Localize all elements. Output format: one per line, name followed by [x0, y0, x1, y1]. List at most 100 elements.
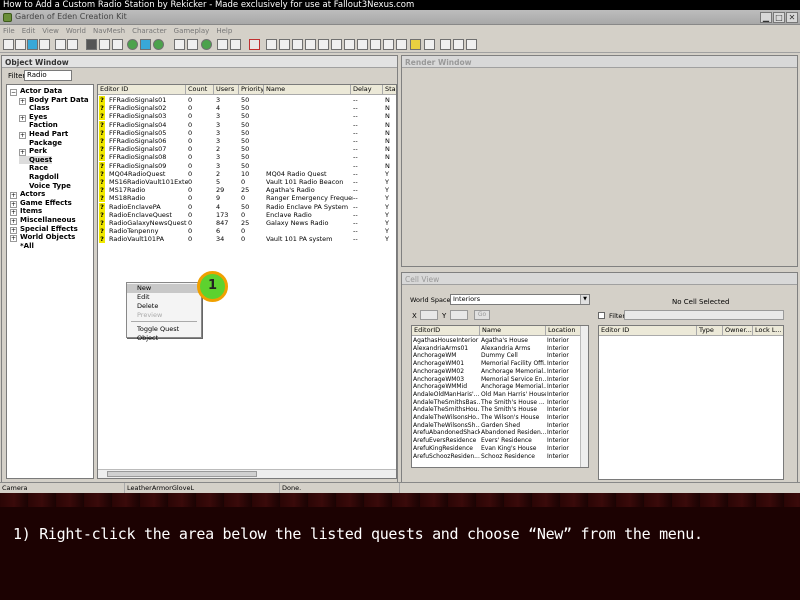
world-space-select[interactable]: Interiors ▼ — [450, 294, 590, 305]
cube-7-icon[interactable] — [344, 39, 355, 50]
y-input[interactable] — [450, 310, 468, 320]
new-file-icon[interactable] — [3, 39, 14, 50]
grid-icon[interactable] — [86, 39, 97, 50]
cell-filter-input[interactable] — [624, 310, 784, 320]
open-file-icon[interactable] — [15, 39, 26, 50]
tree-item[interactable]: Faction — [19, 121, 58, 129]
tree-item[interactable]: Race — [19, 164, 48, 172]
cell-row[interactable]: AnchorageWMMid Anchorage Memorial... Inter… — [412, 383, 588, 391]
cell-row[interactable]: AnchorageWM03 Memorial Service En... Inter… — [412, 376, 588, 384]
col-users[interactable]: Users — [214, 85, 239, 95]
menu-navmesh[interactable]: NavMesh — [90, 25, 129, 36]
cell-row[interactable]: ArefuAbandonedShack Abandoned Residen... I… — [412, 429, 588, 437]
cube-9-icon[interactable] — [370, 39, 381, 50]
col-priority[interactable]: Priority — [239, 85, 264, 95]
cell-col-editorid[interactable]: EditorID — [412, 326, 480, 336]
cell-row[interactable]: AnchorageWM02 Anchorage Memorial... Interi… — [412, 368, 588, 376]
cell-row[interactable]: ArefuKingResidence Evan King's House Inter… — [412, 445, 588, 453]
menu-new[interactable]: New — [127, 284, 201, 293]
cell-list[interactable]: EditorID Name Location AgathasHouseInter… — [411, 325, 589, 468]
cell-row[interactable]: AndaleOldManHaris'... Old Man Harris' Hou… — [412, 391, 588, 399]
menu-gameplay[interactable]: Gameplay — [171, 25, 214, 36]
sky-icon[interactable] — [140, 39, 151, 50]
table-row[interactable]: ? FFRadioSignals04 0 3 50 -- N — [98, 120, 396, 129]
table-row[interactable]: ? FFRadioSignals09 0 3 50 -- N — [98, 161, 396, 170]
cell-col-name[interactable]: Name — [480, 326, 546, 336]
horizontal-scrollbar[interactable] — [98, 469, 396, 478]
chevron-down-icon[interactable]: ▼ — [580, 295, 589, 304]
table-row[interactable]: ? MS17Radio 0 29 25 Agatha's Radio -- Y — [98, 186, 396, 195]
nav-tool-icon[interactable] — [410, 39, 421, 50]
menu-delete[interactable]: Delete — [127, 302, 201, 311]
cell-row[interactable]: AndaleTheWilsonsHo... The Wilson's House I… — [412, 414, 588, 422]
cube-8-icon[interactable] — [357, 39, 368, 50]
table-row[interactable]: ? RadioVault101PA 0 34 0 Vault 101 PA system -… — [98, 235, 396, 244]
table-row[interactable]: ? RadioEnclavePA 0 4 50 Radio Enclave PA Syst… — [98, 202, 396, 211]
tree-item[interactable]: Class — [19, 104, 50, 112]
col-count[interactable]: Count — [186, 85, 214, 95]
table-row[interactable]: ? FFRadioSignals08 0 3 50 -- N — [98, 153, 396, 162]
leaf-icon[interactable] — [201, 39, 212, 50]
cube-3-icon[interactable] — [292, 39, 303, 50]
tree-item[interactable]: Voice Type — [19, 182, 71, 190]
table-row[interactable]: ? FFRadioSignals03 0 3 50 -- N — [98, 112, 396, 121]
table-row[interactable]: ? RadioTenpenny 0 6 0 -- Y — [98, 227, 396, 236]
cube-5-icon[interactable] — [318, 39, 329, 50]
table-row[interactable]: ? FFRadioSignals02 0 4 50 -- N — [98, 104, 396, 113]
cell-row[interactable]: AgathasHouseInterior Agatha's House Interi… — [412, 337, 588, 345]
table-row[interactable]: ? MQ04RadioQuest 0 2 10 MQ04 Radio Quest -- Y — [98, 169, 396, 178]
x-input[interactable] — [420, 310, 438, 320]
cube-4-icon[interactable] — [305, 39, 316, 50]
cube-2-icon[interactable] — [279, 39, 290, 50]
circle-icon[interactable] — [453, 39, 464, 50]
col-delay[interactable]: Delay — [351, 85, 383, 95]
cell-row[interactable]: AlexandriaArms01 Alexandria Arms Interior — [412, 345, 588, 353]
table-row[interactable]: ? RadioEnclaveQuest 0 173 0 Enclave Radio -- Y — [98, 210, 396, 219]
ref-col-lock-level[interactable]: Lock L... — [753, 326, 783, 336]
cube-6-icon[interactable] — [331, 39, 342, 50]
speech-icon[interactable] — [217, 39, 228, 50]
table-row[interactable]: ?MS16RadioVault101External050Vault 101 R… — [98, 178, 396, 186]
cell-row[interactable]: ArefuSchoozResiden... Schooz Residence Int… — [412, 453, 588, 461]
navmesh-icon[interactable] — [249, 39, 260, 50]
table-row[interactable]: ? MS18Radio 0 9 0 Ranger Emergency Frequency-… — [98, 194, 396, 203]
angle-snap-icon[interactable] — [112, 39, 123, 50]
cube-10-icon[interactable] — [383, 39, 394, 50]
minimize-button[interactable]: ▁ — [760, 12, 772, 23]
maximize-button[interactable]: □ — [773, 12, 785, 23]
menu-edit[interactable]: Edit — [19, 25, 40, 36]
ref-col-editor-id[interactable]: Editor ID — [599, 326, 697, 336]
cube-11-icon[interactable] — [396, 39, 407, 50]
tree-item[interactable]: *All — [10, 242, 34, 250]
table-row[interactable]: ? FFRadioSignals05 0 3 50 -- N — [98, 128, 396, 137]
light-icon[interactable] — [174, 39, 185, 50]
undo-icon[interactable] — [55, 39, 66, 50]
menu-view[interactable]: View — [39, 25, 63, 36]
collapse-icon[interactable]: − — [10, 89, 17, 96]
scroll-thumb[interactable] — [107, 471, 257, 477]
table-row[interactable]: ? FFRadioSignals07 0 2 50 -- N — [98, 145, 396, 154]
reference-list[interactable]: Editor ID Type Owner... Lock L... — [598, 325, 784, 480]
cell-row[interactable]: AndaleTheSmithsBas... The Smith's House .… — [412, 399, 588, 407]
menu-world[interactable]: World — [63, 25, 90, 36]
go-button[interactable]: Go — [474, 310, 490, 320]
target-icon[interactable] — [466, 39, 477, 50]
menu-toggle-quest-object[interactable]: Toggle Quest Object — [127, 325, 201, 342]
col-name[interactable]: Name — [264, 85, 351, 95]
filter-input[interactable]: Radio — [24, 70, 72, 81]
check-icon[interactable] — [440, 39, 451, 50]
cell-row[interactable]: AnchorageWM Dummy Cell Interior — [412, 352, 588, 360]
cell-col-location[interactable]: Location — [546, 326, 582, 336]
col-editor-id[interactable]: Editor ID — [98, 85, 186, 95]
category-tree[interactable]: − Actor Data + Body Part Data Class + Eyes Fact… — [6, 84, 94, 479]
close-button[interactable]: ✕ — [786, 12, 798, 23]
cell-row[interactable]: AndaleTheWilsonsSh... Garden Shed Interior — [412, 422, 588, 430]
tree-item[interactable]: Package — [19, 139, 62, 147]
script-icon[interactable] — [230, 39, 241, 50]
table-row[interactable]: ? FFRadioSignals06 0 3 50 -- N — [98, 137, 396, 145]
ref-col-owner[interactable]: Owner... — [723, 326, 753, 336]
cell-list-scrollbar[interactable] — [580, 326, 588, 467]
marker-icon[interactable] — [187, 39, 198, 50]
col-start[interactable]: Start — [383, 85, 396, 95]
cube-1-icon[interactable] — [266, 39, 277, 50]
